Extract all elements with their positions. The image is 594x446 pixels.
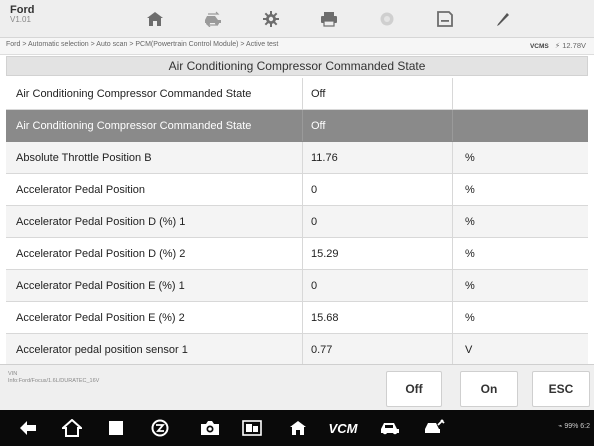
row-name: Accelerator Pedal Position E (%) 1: [16, 279, 185, 292]
breadcrumb: Ford > Automatic selection > Auto scan >…: [6, 41, 279, 48]
home-icon: [147, 12, 163, 26]
vin-label: VIN: [8, 371, 18, 377]
row-name: Air Conditioning Compressor Commanded St…: [16, 119, 252, 132]
system-status-text: 99% 6:2: [564, 423, 590, 430]
square-icon: [109, 421, 123, 435]
top-toolbar: Ford V1.01: [0, 0, 594, 38]
pen-icon: [497, 13, 509, 26]
home-button[interactable]: [126, 0, 184, 38]
row-value: 0: [302, 174, 452, 205]
row-value: 0: [302, 270, 452, 301]
save-icon: [437, 11, 453, 27]
row-unit: %: [452, 270, 588, 301]
row-name: Air Conditioning Compressor Commanded St…: [16, 87, 252, 100]
row-value: 0: [302, 206, 452, 237]
table-row[interactable]: Accelerator Pedal Position E (%) 1 0 %: [6, 270, 588, 302]
back-button[interactable]: [8, 410, 48, 446]
signal-icon: ⌁: [558, 423, 563, 430]
app-version: V1.01: [10, 15, 31, 25]
gear-icon: [263, 11, 279, 27]
row-unit: %: [452, 206, 588, 237]
row-name: Accelerator Pedal Position: [16, 183, 146, 196]
vin-info: Info:Ford/Focus/1.6L/DURATEC_16V: [8, 378, 100, 385]
esc-button[interactable]: ESC: [532, 371, 590, 407]
on-button[interactable]: On: [460, 371, 518, 407]
car-icon: [381, 423, 399, 435]
shop-manager-button[interactable]: [414, 410, 454, 446]
settings-button[interactable]: [242, 0, 300, 38]
page-title: Air Conditioning Compressor Commanded St…: [6, 56, 588, 76]
app-brand: Ford V1.01: [10, 4, 34, 25]
vcm-nav-label: VCM: [328, 420, 358, 436]
row-name: Absolute Throttle Position B: [16, 151, 152, 164]
vehicle-button[interactable]: [370, 410, 410, 446]
row-value: 0.77: [302, 334, 452, 365]
save-button[interactable]: [416, 0, 474, 38]
row-unit: %: [452, 142, 588, 173]
system-status: ⌁ 99% 6:2: [558, 422, 590, 430]
table-row-selected[interactable]: Air Conditioning Compressor Commanded St…: [6, 110, 588, 142]
recent-apps-button[interactable]: [96, 410, 136, 446]
back-arrow-icon: [20, 421, 36, 435]
row-name: Accelerator Pedal Position D (%) 1: [16, 215, 186, 228]
camera-button[interactable]: [190, 410, 230, 446]
home-icon: [290, 421, 306, 435]
row-unit: [452, 78, 588, 109]
table-row[interactable]: Accelerator Pedal Position 0 %: [6, 174, 588, 206]
row-unit: V: [452, 334, 588, 365]
record-button[interactable]: [358, 0, 416, 38]
print-button[interactable]: [300, 0, 358, 38]
vcm-button[interactable]: VCM: [320, 410, 366, 446]
row-unit: %: [452, 238, 588, 269]
diagnostics-home-button[interactable]: [278, 410, 318, 446]
breadcrumb-bar: Ford > Automatic selection > Auto scan >…: [0, 38, 594, 55]
row-name: Accelerator Pedal Position E (%) 2: [16, 311, 185, 324]
row-name: Accelerator pedal position sensor 1: [16, 343, 188, 356]
annotate-button[interactable]: [474, 0, 532, 38]
row-value: 15.29: [302, 238, 452, 269]
home-outline-icon: [62, 419, 82, 437]
table-row[interactable]: Accelerator Pedal Position D (%) 1 0 %: [6, 206, 588, 238]
vehicle-swap-button[interactable]: [184, 0, 242, 38]
printer-icon: [321, 12, 337, 27]
table-row[interactable]: Accelerator pedal position sensor 1 0.77…: [6, 334, 588, 366]
row-value: Off: [302, 110, 452, 141]
row-value: 11.76: [302, 142, 452, 173]
row-value: Off: [302, 78, 452, 109]
record-icon: [380, 12, 394, 26]
row-name: Accelerator Pedal Position D (%) 2: [16, 247, 186, 260]
vehicle-swap-icon: [205, 11, 221, 27]
off-button[interactable]: Off: [386, 371, 442, 407]
row-unit: [452, 110, 588, 141]
table-row[interactable]: Absolute Throttle Position B 11.76 %: [6, 142, 588, 174]
car-wrench-icon: [425, 419, 445, 433]
table-row[interactable]: Air Conditioning Compressor Commanded St…: [6, 78, 588, 110]
screen-mirror-button[interactable]: [232, 410, 272, 446]
row-unit: %: [452, 174, 588, 205]
browser-icon: [151, 419, 169, 437]
row-unit: %: [452, 302, 588, 333]
footer-bar: VIN Info:Ford/Focus/1.6L/DURATEC_16V Off…: [0, 364, 594, 410]
vcm-label: VCMS: [529, 43, 549, 50]
row-value: 15.68: [302, 302, 452, 333]
camera-icon: [201, 421, 219, 435]
vcm-status: VCMS ⚡ 12.78V: [530, 41, 586, 50]
home-nav-button[interactable]: [52, 410, 92, 446]
screen-mirror-icon: [242, 420, 262, 436]
table-row[interactable]: Accelerator Pedal Position E (%) 2 15.68…: [6, 302, 588, 334]
android-nav-bar: VCM ⌁ 99% 6:2: [0, 410, 594, 446]
battery-icon: ⚡: [554, 41, 561, 50]
table-row[interactable]: Accelerator Pedal Position D (%) 2 15.29…: [6, 238, 588, 270]
browser-button[interactable]: [140, 410, 180, 446]
vehicle-info: VIN Info:Ford/Focus/1.6L/DURATEC_16V: [8, 371, 99, 385]
battery-voltage: 12.78V: [562, 41, 586, 50]
